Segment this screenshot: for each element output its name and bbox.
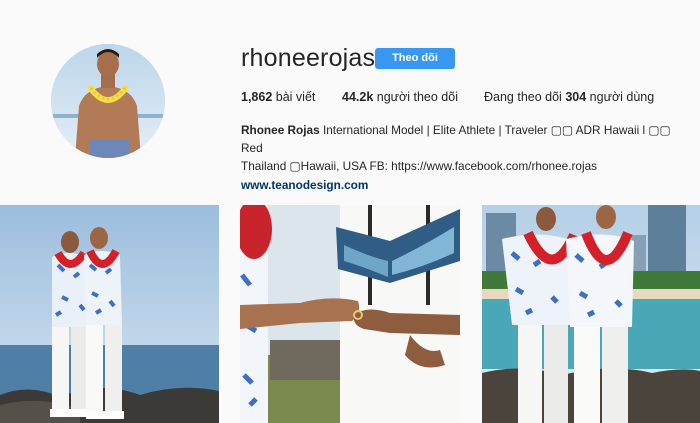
bio-text-2: Thailand ▢Hawaii, USA FB: https://www.fa…: [241, 159, 598, 173]
avatar[interactable]: [51, 44, 165, 158]
username: rhoneerojas: [241, 44, 376, 72]
following-count: 304: [565, 90, 587, 104]
profile-bio: Rhonee Rojas International Model | Elite…: [241, 121, 691, 194]
posts-grid: [0, 205, 700, 423]
post-couple-leis-beach[interactable]: [482, 205, 700, 423]
post-couple-kiss-beach[interactable]: [0, 205, 219, 423]
posts-count: 1,862: [241, 90, 273, 104]
profile-header: rhoneerojas Theo dõi 1,862 bài viết 44.2…: [0, 0, 700, 205]
post-wedding-ring-exchange[interactable]: [240, 205, 460, 423]
follow-button[interactable]: Theo dõi: [375, 48, 455, 69]
full-name: Rhonee Rojas: [241, 123, 320, 137]
followers-label: người theo dõi: [376, 90, 458, 104]
bio-line-1: Rhonee Rojas International Model | Elite…: [241, 121, 691, 157]
following-stat[interactable]: Đang theo dõi 304 người dùng: [484, 90, 654, 104]
followers-count: 44.2k: [342, 90, 374, 104]
website-link[interactable]: www.teanodesign.com: [241, 176, 691, 194]
posts-stat: 1,862 bài viết: [241, 90, 315, 104]
posts-label: bài viết: [275, 90, 316, 104]
followers-stat[interactable]: 44.2k người theo dõi: [342, 90, 458, 104]
following-prefix: Đang theo dõi: [484, 90, 562, 104]
following-label: người dùng: [589, 90, 655, 104]
